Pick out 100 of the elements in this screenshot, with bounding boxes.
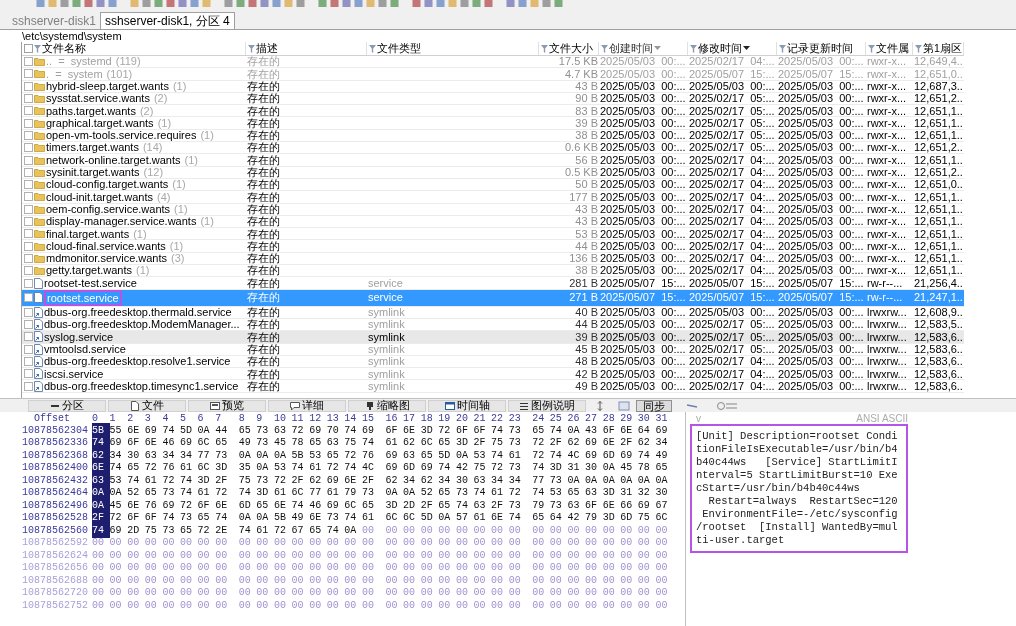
file-row[interactable]: paths.target.wants (2) 存在的 83 B 2025/05/03 00:... 2025/02/17 05:... 2025/05/03 00:... rwxr-x... 12,651,1...	[22, 105, 964, 118]
view-tab[interactable]: 缩略图	[348, 399, 426, 412]
file-row[interactable]: dbus-org.freedesktop.thermald.service 存在的 symlink 40 B 2025/05/03 00:... 2025/05/03 00:... 2025/05/03 00:... lrwxrw... 12,608,9...	[22, 306, 964, 319]
hex-byte: 00	[238, 536, 252, 551]
hex-byte: 53	[473, 448, 487, 463]
size-cell-text: 136 B	[568, 251, 599, 266]
file-row[interactable]: oem-config.service.wants (1) 存在的 43 B 2025/05/03 00:... 2025/02/17 04:... 2025/05/03 00:... rwxr-x... 12,651,1...	[22, 203, 964, 216]
column-header[interactable]: 文件大小	[549, 42, 593, 55]
hex-byte: 34	[508, 473, 522, 488]
hex-byte: 00	[109, 561, 123, 576]
hex-byte: 11	[291, 412, 305, 426]
hex-byte: 9	[256, 412, 264, 426]
hex-byte: 00	[109, 548, 123, 563]
file-row[interactable]: cloud-final.service.wants (1) 存在的 44 B 2025/05/03 00:... 2025/02/17 04:... 2025/05/03 00:... rwxr-x... 12,651,1...	[22, 240, 964, 253]
hex-byte: 2D	[403, 498, 417, 513]
file-row[interactable]: display-manager.service.wants (1) 存在的 43 B 2025/05/03 00:... 2025/02/17 04:... 2025/05/03 00:... rwxr-x... 12,651,1...	[22, 215, 964, 229]
status-cell-text: 存在的	[246, 141, 281, 155]
hex-byte: 6E	[127, 498, 141, 513]
sync-button[interactable]: 同步	[636, 399, 672, 412]
hex-byte: 35	[238, 461, 252, 476]
offset-label: 10878562528	[22, 511, 89, 526]
item-count: (1)	[136, 263, 150, 279]
file-name: sysstat.service.wants	[46, 92, 150, 107]
text-line: tionFileIsExecutable=/usr/bin/b4	[696, 443, 899, 456]
file-row[interactable]: network-online.target.wants (1) 存在的 56 B 2025/05/03 00:... 2025/02/17 04:... 2025/05/03 00:... rwxr-x... 12,651,1...	[22, 154, 964, 167]
hex-byte: 43	[585, 423, 599, 438]
hex-byte: 00	[532, 548, 546, 563]
item-count: (1)	[200, 128, 214, 144]
view-tab[interactable]: 详细	[268, 399, 346, 412]
view-tab[interactable]: 图例说明	[508, 399, 586, 412]
file-row[interactable]: graphical.target.wants (1) 存在的 39 B 2025/05/03 00:... 2025/02/17 05:... 2025/05/03 00:... rwxr-x... 12,651,1...	[22, 117, 964, 130]
file-row[interactable]: sysstat.service.wants (2) 存在的 90 B 2025/05/03 00:... 2025/02/17 05:... 2025/05/03 00:... rwxr-x... 12,651,2...	[22, 92, 964, 106]
hex-byte: 00	[403, 523, 417, 538]
file-name: mdmonitor.service.wants	[46, 251, 168, 266]
text-line: b40c44ws [Service] StartLimitI	[696, 456, 899, 469]
column-header[interactable]: 创建时间	[609, 42, 653, 55]
folder-icon	[34, 192, 45, 202]
file-row[interactable]: rootset-test.service 存在的 service 281 B 2025/05/07 15:... 2025/05/07 15:... 2025/05/07 15:... rw-r--... 21,256,4...	[22, 277, 964, 290]
file-row[interactable]: vmtoolsd.service 存在的 symlink 45 B 2025/05/03 00:... 2025/02/17 05:... 2025/05/03 00:... lrwxrw... 12,583,6...	[22, 343, 964, 356]
hex-byte: 74	[549, 423, 563, 438]
column-header[interactable]: 记录更新时间	[787, 42, 853, 55]
hex-byte: 2D	[127, 523, 141, 538]
hex-byte: 0A	[109, 486, 123, 501]
file-row[interactable]: sysinit.target.wants (12) 存在的 0.5 KB 2025/05/03 00:... 2025/02/17 04:... 2025/05/03 00:... rwxr-x... 12,651,2...	[22, 166, 964, 179]
size-cell-text: 0.5 KB	[563, 165, 599, 180]
file-row[interactable]: syslog.service 存在的 symlink 39 B 2025/05/03 00:... 2025/02/17 05:... 2025/05/03 00:... lrwxrw... 12,583,6...	[22, 331, 964, 344]
column-header[interactable]: 文件类型	[377, 42, 421, 55]
view-tab[interactable]: 预览	[188, 399, 266, 412]
hex-byte: 00	[326, 561, 340, 576]
disk-tab[interactable]: sshserver-disk1	[8, 14, 101, 29]
file-row[interactable]: getty.target.wants (1) 存在的 38 B 2025/05/03 00:... 2025/02/17 04:... 2025/05/03 00:... rwxr-x... 12,651,1...	[22, 265, 964, 278]
hex-byte: 16	[385, 412, 399, 426]
hex-byte: 00	[162, 573, 176, 588]
file-row[interactable]: timers.target.wants (14) 存在的 0.6 KB 2025/05/03 00:... 2025/02/17 05:... 2025/05/03 00:... rwxr-x... 12,651,2...	[22, 142, 964, 155]
folder-icon	[34, 94, 45, 104]
file-row[interactable]: cloud-config.target.wants (1) 存在的 50 B 2025/05/03 00:... 2025/02/17 04:... 2025/05/03 00:... rwxr-x... 12,651,0...	[22, 178, 964, 192]
offset-label: 10878562432	[22, 473, 89, 488]
file-row[interactable]: open-vm-tools.service.requires (1) 存在的 38 B 2025/05/03 00:... 2025/02/17 05:... 2025/05/03 00:... rwxr-x... 12,651,1...	[22, 129, 964, 143]
file-row[interactable]: cloud-init.target.wants (4) 存在的 177 B 2025/05/03 00:... 2025/02/17 04:... 2025/05/03 00:... rwxr-x... 12,651,1...	[22, 191, 964, 204]
hex-byte: 61	[361, 511, 375, 526]
hex-byte: 00	[273, 548, 287, 563]
hex-byte: 74	[438, 461, 452, 476]
text-line: nterval=5 StartLimitBurst=10 Exe	[696, 469, 899, 482]
hex-byte: 65	[567, 486, 581, 501]
hex-byte: 65	[197, 511, 211, 526]
status-cell-text: 存在的	[246, 92, 281, 106]
file-row[interactable]: mdmonitor.service.wants (3) 存在的 136 B 2025/05/03 00:... 2025/02/17 04:... 2025/05/03 00:... rwxr-x... 12,651,1...	[22, 252, 964, 266]
file-row[interactable]: dbus-org.freedesktop.resolve1.service 存在的 symlink 48 B 2025/05/03 00:... 2025/02/17 04:... 2025/05/03 00:... lrwxrw... 12,583,6...	[22, 355, 964, 369]
text-line: cStart=/usr/bin/b4b40c44ws	[696, 482, 861, 495]
hex-byte: 00	[127, 573, 141, 588]
status-cell-text: 存在的	[246, 215, 281, 229]
hex-byte: 52	[127, 486, 141, 501]
hex-byte: 6C	[291, 486, 305, 501]
hex-byte: 31	[620, 486, 634, 501]
file-row[interactable]: final.target.wants (1) 存在的 53 B 2025/05/03 00:... 2025/02/17 04:... 2025/05/03 00:... rwxr-x... 12,651,1...	[22, 228, 964, 241]
view-tab[interactable]: 时间轴	[428, 399, 506, 412]
column-header[interactable]: 描述	[256, 42, 278, 55]
column-header[interactable]: 修改时间	[698, 42, 742, 55]
checkbox-icon	[24, 106, 33, 116]
file-row[interactable]: dbus-org.freedesktop.timesync1.service 存在的 symlink 49 B 2025/05/03 00:... 2025/02/17 04:... 2025/05/03 00:... lrwxrw... 12,583,6...	[22, 380, 964, 393]
hex-byte: 69	[326, 473, 340, 488]
item-count: (119)	[115, 54, 141, 70]
column-header[interactable]: 第1扇区	[923, 42, 962, 55]
hex-byte: 00	[215, 573, 229, 588]
filter-icon	[779, 44, 786, 53]
hex-byte: 00	[256, 586, 270, 601]
hex-byte: 1	[109, 412, 117, 426]
hex-byte: 00	[361, 536, 375, 551]
file-name: vmtoolsd.service	[44, 342, 126, 357]
hex-byte: 00	[508, 548, 522, 563]
file-row[interactable]: iscsi.service 存在的 symlink 42 B 2025/05/03 00:... 2025/02/17 04:... 2025/05/03 00:... lrwxrw... 12,583,6...	[22, 368, 964, 381]
view-tab[interactable]: 分区	[28, 399, 106, 412]
hex-byte: 00	[309, 586, 323, 601]
hex-byte: 62	[420, 473, 434, 488]
file-row[interactable]: hybrid-sleep.target.wants (1) 存在的 43 B 2025/05/03 00:... 2025/05/03 00:... 2025/05/03 00:... rwxr-x... 12,687,3...	[22, 80, 964, 93]
column-header[interactable]: 文件名称	[42, 42, 86, 55]
view-tab[interactable]: 文件	[108, 399, 186, 412]
disk-tab[interactable]: sshserver-disk1, 分区 4	[100, 12, 235, 29]
hex-byte: 00	[92, 561, 105, 576]
column-header[interactable]: 文件属	[876, 42, 909, 55]
